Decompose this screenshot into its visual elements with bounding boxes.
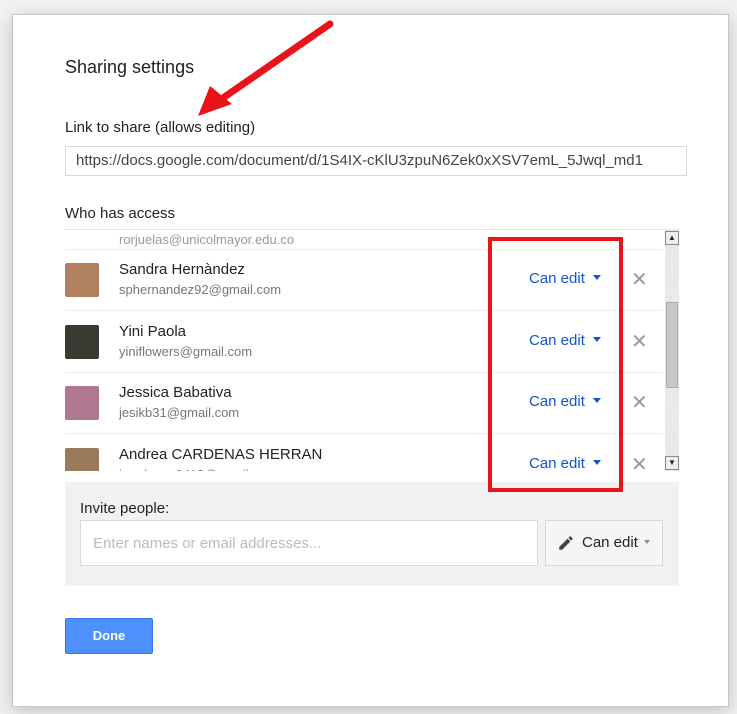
list-item: rorjuelas@unicolmayor.edu.co xyxy=(65,230,663,250)
person-email: jesikb31@gmail.com xyxy=(119,405,240,420)
done-button[interactable]: Done xyxy=(65,618,153,654)
permission-label: Can edit xyxy=(529,270,585,287)
permission-label: Can edit xyxy=(529,454,585,472)
person-name: Andrea CARDENAS HERRAN xyxy=(119,445,323,463)
permission-dropdown[interactable]: Can edit xyxy=(529,270,601,287)
scroll-down-button[interactable]: ▼ xyxy=(665,456,679,470)
caret-down-icon xyxy=(592,398,601,403)
person-email: yiniflowers@gmail.com xyxy=(119,343,253,359)
permission-dropdown[interactable]: Can edit xyxy=(529,393,601,410)
permission-dropdown[interactable]: Can edit xyxy=(529,332,601,349)
person-email: icardenas0412@gmail.com xyxy=(119,467,277,472)
person-name: Sandra Hernàndez xyxy=(119,261,245,278)
avatar xyxy=(65,386,99,420)
permission-label: Can edit xyxy=(529,331,585,349)
avatar xyxy=(65,447,99,471)
dialog-title: Sharing settings xyxy=(65,57,195,77)
list-item: Yini Paola yiniflowers@gmail.com Can edi… xyxy=(65,311,663,373)
share-link-field[interactable]: https://docs.google.com/document/d/1S4IX… xyxy=(65,146,687,176)
avatar xyxy=(65,324,99,359)
caret-down-icon xyxy=(592,336,601,342)
invite-label: Invite people: xyxy=(80,500,170,517)
scrollbar-thumb[interactable] xyxy=(666,302,678,388)
caret-down-icon xyxy=(592,275,601,280)
list-item: Jessica Babativa jesikb31@gmail.com Can … xyxy=(65,372,663,434)
close-icon: ✕ xyxy=(631,269,648,291)
invite-permission-button[interactable]: Can edit xyxy=(545,520,663,566)
invite-section: Invite people: Can edit xyxy=(65,482,679,586)
scroll-up-button[interactable]: ▲ xyxy=(665,231,679,245)
close-icon: ✕ xyxy=(631,453,648,472)
close-icon: ✕ xyxy=(631,330,648,353)
who-has-access-label: Who has access xyxy=(65,205,176,222)
person-email: rorjuelas@unicolmayor.edu.co xyxy=(119,232,295,247)
permission-dropdown[interactable]: Can edit xyxy=(529,454,601,472)
permission-label: Can edit xyxy=(529,393,585,410)
list-item: Andrea CARDENAS HERRAN icardenas0412@gma… xyxy=(65,434,663,472)
access-list: rorjuelas@unicolmayor.edu.co Sandra Hern… xyxy=(65,229,679,471)
sharing-settings-dialog: Sharing settings Link to share (allows e… xyxy=(12,14,729,707)
invite-permission-label: Can edit xyxy=(582,534,638,551)
pencil-icon xyxy=(559,536,573,550)
close-icon: ✕ xyxy=(631,392,648,414)
scrollbar[interactable]: ▲ ▼ xyxy=(665,230,679,471)
caret-down-icon xyxy=(643,540,650,544)
person-name: Yini Paola xyxy=(119,322,186,340)
remove-person-button[interactable]: ✕ xyxy=(631,267,648,292)
link-label: Link to share (allows editing) xyxy=(65,119,256,136)
remove-person-button[interactable]: ✕ xyxy=(631,329,648,354)
list-item: Sandra Hernàndez sphernandez92@gmail.com… xyxy=(65,249,663,311)
remove-person-button[interactable]: ✕ xyxy=(631,452,648,472)
avatar xyxy=(65,263,99,297)
person-name: Jessica Babativa xyxy=(119,384,232,401)
invite-input[interactable] xyxy=(80,520,538,566)
person-email: sphernandez92@gmail.com xyxy=(119,282,282,297)
caret-down-icon xyxy=(592,459,601,465)
remove-person-button[interactable]: ✕ xyxy=(631,390,648,415)
